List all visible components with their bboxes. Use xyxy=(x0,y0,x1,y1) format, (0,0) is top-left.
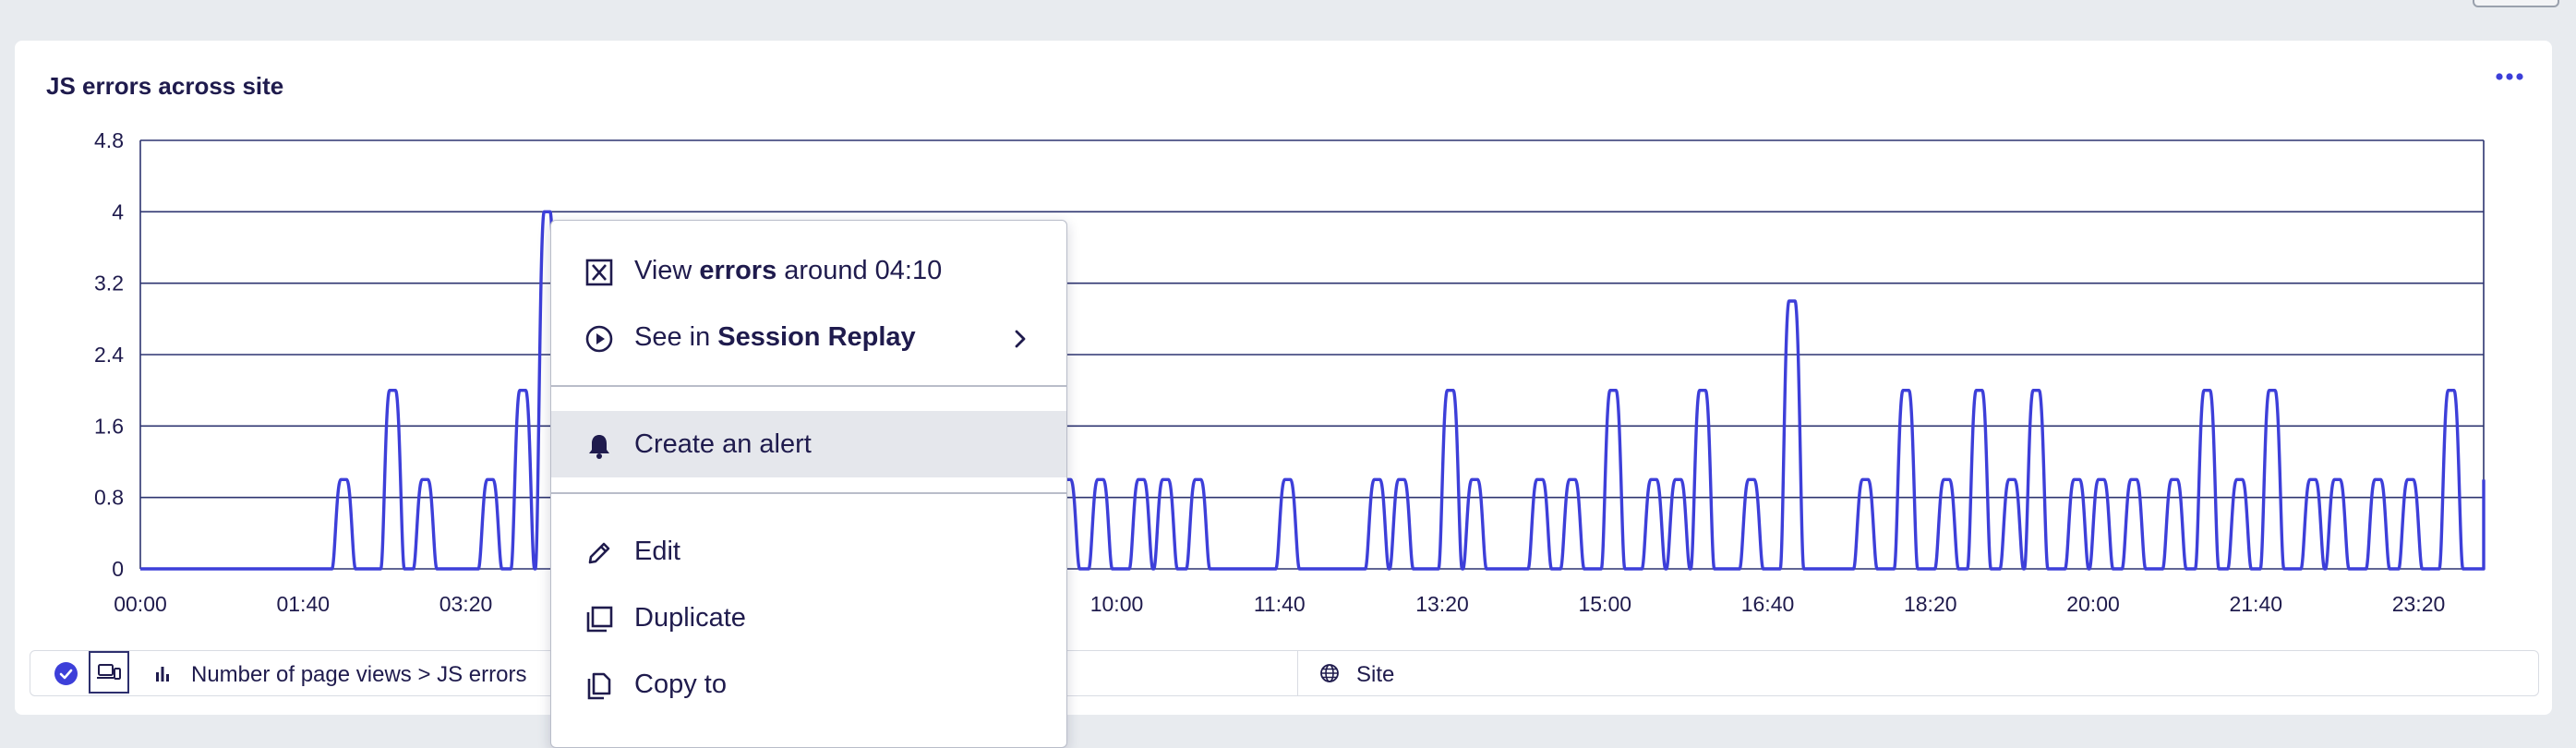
duplicate-icon xyxy=(584,605,614,634)
legend-divider xyxy=(1297,651,1298,695)
view-errors-label: View errors around 04:10 xyxy=(634,256,942,286)
duplicate-menu-item[interactable]: Duplicate xyxy=(551,585,1066,651)
devices-icon xyxy=(97,663,121,682)
pencil-icon xyxy=(584,538,614,568)
x-tick-label: 13:20 xyxy=(1415,592,1469,616)
x-tick-label: 16:40 xyxy=(1741,592,1795,616)
x-tick-label: 00:00 xyxy=(114,592,167,616)
x-tick-label: 10:00 xyxy=(1090,592,1144,616)
copy-to-label: Copy to xyxy=(634,670,727,700)
globe-icon xyxy=(1319,663,1340,683)
create-alert-label: Create an alert xyxy=(634,429,812,460)
y-tick-label: 0.8 xyxy=(94,486,124,510)
chevron-right-icon xyxy=(1011,328,1029,350)
check-icon xyxy=(54,662,78,685)
x-tick-label: 15:00 xyxy=(1578,592,1631,616)
series-visibility-check[interactable] xyxy=(54,662,78,685)
bar-chart-icon xyxy=(154,665,171,682)
y-tick-label: 3.2 xyxy=(94,271,124,296)
y-tick-label: 0 xyxy=(112,557,124,581)
edit-label: Edit xyxy=(634,537,680,567)
menu-label-part: View xyxy=(634,256,699,285)
y-tick-label: 2.4 xyxy=(94,343,124,367)
menu-label-part: Session Replay xyxy=(717,322,915,352)
context-menu: View errors around 04:10 See in Session R… xyxy=(550,220,1067,748)
bell-icon xyxy=(584,431,614,461)
x-tick-label: 21:40 xyxy=(2229,592,2282,616)
copy-to-menu-item[interactable]: Copy to xyxy=(551,651,1066,718)
menu-label-part: See in xyxy=(634,322,717,352)
menu-label-part: around 04:10 xyxy=(776,256,942,285)
menu-label-part: errors xyxy=(699,256,776,285)
x-tick-label: 18:20 xyxy=(1904,592,1957,616)
create-alert-menu-item[interactable]: Create an alert xyxy=(551,411,1066,477)
series-line xyxy=(140,211,2484,569)
legend-metric-label: Number of page views > JS errors xyxy=(191,662,526,688)
view-errors-menu-item[interactable]: View errors around 04:10 xyxy=(551,237,1066,304)
device-toggle-button[interactable] xyxy=(89,651,129,694)
toolbar-button[interactable] xyxy=(2473,0,2559,7)
x-tick-label: 23:20 xyxy=(2392,592,2446,616)
menu-divider xyxy=(551,492,1066,494)
session-replay-label: See in Session Replay xyxy=(634,322,916,353)
duplicate-label: Duplicate xyxy=(634,603,746,633)
menu-divider xyxy=(551,385,1066,387)
x-tick-label: 03:20 xyxy=(439,592,493,616)
copy-icon xyxy=(584,671,614,701)
play-circle-icon xyxy=(584,324,614,354)
session-replay-menu-item[interactable]: See in Session Replay xyxy=(551,304,1066,370)
x-tick-label: 01:40 xyxy=(276,592,330,616)
edit-menu-item[interactable]: Edit xyxy=(551,518,1066,585)
y-tick-label: 4 xyxy=(112,199,124,223)
legend-bar: Number of page views > JS errors Site xyxy=(30,650,2539,696)
errors-app-icon xyxy=(584,258,614,287)
legend-scope-label: Site xyxy=(1356,662,1394,688)
y-tick-label: 4.8 xyxy=(94,128,124,152)
x-tick-label: 20:00 xyxy=(2066,592,2120,616)
line-chart[interactable]: 00.81.62.43.244.800:0001:4003:2005:0006:… xyxy=(15,41,2552,650)
x-tick-label: 11:40 xyxy=(1254,592,1306,616)
y-tick-label: 1.6 xyxy=(94,414,124,438)
chart-card: JS errors across site 00.81.62.43.244.80… xyxy=(15,41,2552,715)
